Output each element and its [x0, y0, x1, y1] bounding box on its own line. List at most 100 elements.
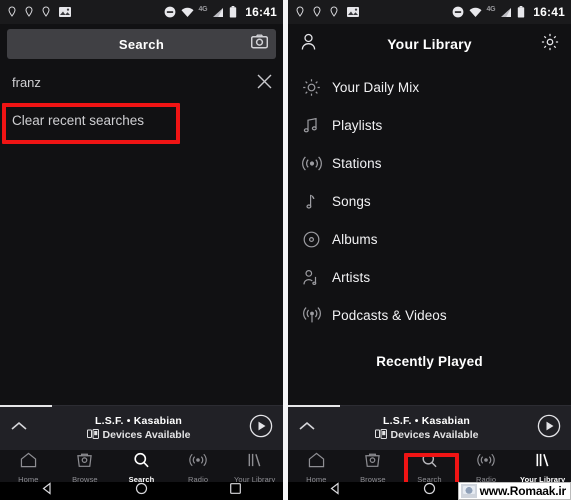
globe-icon [460, 484, 477, 498]
play-icon[interactable] [249, 414, 273, 443]
radio-icon [477, 452, 495, 473]
tab-browse[interactable]: Browse [57, 450, 114, 484]
devices-available-label: Devices Available [390, 429, 479, 441]
playback-progress-bar [0, 405, 52, 407]
library-icon [534, 452, 551, 473]
clear-recent-searches-button[interactable]: Clear recent searches [12, 113, 144, 128]
tab-radio[interactable]: Radio [458, 450, 515, 484]
browse-icon [364, 452, 381, 473]
library-item-your-daily-mix[interactable]: Your Daily Mix [288, 68, 571, 106]
library-item-label: Songs [332, 193, 371, 209]
library-item-label: Stations [332, 155, 382, 171]
camera-icon[interactable] [250, 34, 269, 54]
now-playing-bar[interactable]: L.S.F. • Kasabian Devices Available [0, 405, 283, 450]
library-item-artists[interactable]: Artists [288, 258, 571, 296]
network-type-label: 4G [198, 5, 208, 13]
signal-icon [212, 7, 224, 18]
clock-label: 16:41 [533, 5, 565, 19]
home-icon [308, 452, 325, 473]
android-nav-bar-left [0, 482, 283, 500]
now-playing-info: L.S.F. • Kasabian Devices Available [28, 415, 249, 442]
library-icon [246, 452, 263, 473]
search-input-label: Search [118, 36, 165, 52]
library-header: Your Library [288, 24, 571, 64]
search-header: Search [0, 24, 283, 64]
right-phone-screen: 4G 16:41 Your Library Your Daily Mix Pla… [288, 0, 571, 500]
photo-icon [59, 7, 71, 17]
disc-icon [302, 230, 332, 249]
tab-your-library[interactable]: Your Library [514, 450, 571, 484]
track-title: L.S.F. • Kasabian [382, 414, 470, 427]
status-bar-left: 4G 16:41 [0, 0, 283, 24]
library-item-label: Albums [332, 231, 378, 247]
library-item-label: Playlists [332, 117, 383, 133]
search-input[interactable]: Search [7, 29, 276, 59]
home-circle-icon[interactable] [423, 482, 436, 500]
track-title: L.S.F. • Kasabian [94, 414, 182, 427]
library-item-label: Your Daily Mix [332, 79, 420, 95]
signal-icon [500, 7, 512, 18]
status-bar-system-icons: 4G 16:41 [452, 5, 565, 19]
gear-icon[interactable] [541, 33, 559, 56]
watermark: www.Romaak.ir [457, 482, 571, 500]
library-item-podcasts-and-videos[interactable]: Podcasts & Videos [288, 296, 571, 334]
status-bar-notification-icons [296, 6, 359, 18]
tab-search[interactable]: Search [401, 450, 458, 484]
do-not-disturb-icon [164, 6, 176, 18]
home-icon [20, 452, 37, 473]
library-item-albums[interactable]: Albums [288, 220, 571, 258]
library-item-songs[interactable]: Songs [288, 182, 571, 220]
page-title: Your Library [387, 36, 472, 52]
radio-waves-icon [302, 154, 332, 173]
tab-radio[interactable]: Radio [170, 450, 227, 484]
search-icon [133, 452, 150, 473]
bottom-tab-bar-left: Home Browse Search Radio Your Library [0, 450, 283, 484]
playback-progress-bar [288, 405, 340, 407]
chevron-up-icon[interactable] [10, 419, 28, 437]
back-triangle-icon[interactable] [41, 482, 54, 500]
network-type-label: 4G [486, 5, 496, 13]
recently-played-heading: Recently Played [376, 354, 483, 369]
dual-screenshot: 4G 16:41 Search franz Clear recent searc… [0, 0, 571, 500]
home-circle-icon[interactable] [135, 482, 148, 500]
location-pin-icon [42, 6, 50, 18]
play-icon[interactable] [537, 414, 561, 443]
tab-search[interactable]: Search [113, 450, 170, 484]
person-icon[interactable] [300, 33, 317, 56]
battery-icon [229, 6, 237, 18]
library-item-playlists[interactable]: Playlists [288, 106, 571, 144]
devices-icon [374, 428, 387, 442]
location-pin-icon [313, 6, 321, 18]
library-items-list: Your Daily Mix Playlists Stations Songs [288, 64, 571, 369]
library-item-stations[interactable]: Stations [288, 144, 571, 182]
tab-home[interactable]: Home [288, 450, 345, 484]
devices-available-row[interactable]: Devices Available [316, 428, 537, 442]
tab-your-library[interactable]: Your Library [226, 450, 283, 484]
status-bar-right: 4G 16:41 [288, 0, 571, 24]
location-pin-icon [296, 6, 304, 18]
location-pin-icon [330, 6, 338, 18]
music-note-icon [302, 192, 332, 211]
watermark-text: www.Romaak.ir [479, 484, 567, 498]
devices-icon [86, 428, 99, 442]
tab-home[interactable]: Home [0, 450, 57, 484]
devices-available-row[interactable]: Devices Available [28, 428, 249, 442]
close-icon[interactable] [256, 73, 273, 93]
back-triangle-icon[interactable] [329, 482, 342, 500]
now-playing-info: L.S.F. • Kasabian Devices Available [316, 415, 537, 442]
broadcast-icon [302, 306, 332, 325]
clock-label: 16:41 [245, 5, 277, 19]
search-icon [421, 452, 438, 473]
do-not-disturb-icon [452, 6, 464, 18]
recent-search-row[interactable]: franz [0, 64, 283, 101]
tab-browse[interactable]: Browse [345, 450, 402, 484]
status-bar-notification-icons [8, 6, 71, 18]
status-bar-system-icons: 4G 16:41 [164, 5, 277, 19]
radio-icon [189, 452, 207, 473]
now-playing-bar[interactable]: L.S.F. • Kasabian Devices Available [288, 405, 571, 450]
chevron-up-icon[interactable] [298, 419, 316, 437]
left-phone-screen: 4G 16:41 Search franz Clear recent searc… [0, 0, 283, 500]
recents-square-icon[interactable] [229, 482, 242, 500]
recent-searches-list: franz Clear recent searches [0, 64, 283, 145]
devices-available-label: Devices Available [102, 429, 191, 441]
